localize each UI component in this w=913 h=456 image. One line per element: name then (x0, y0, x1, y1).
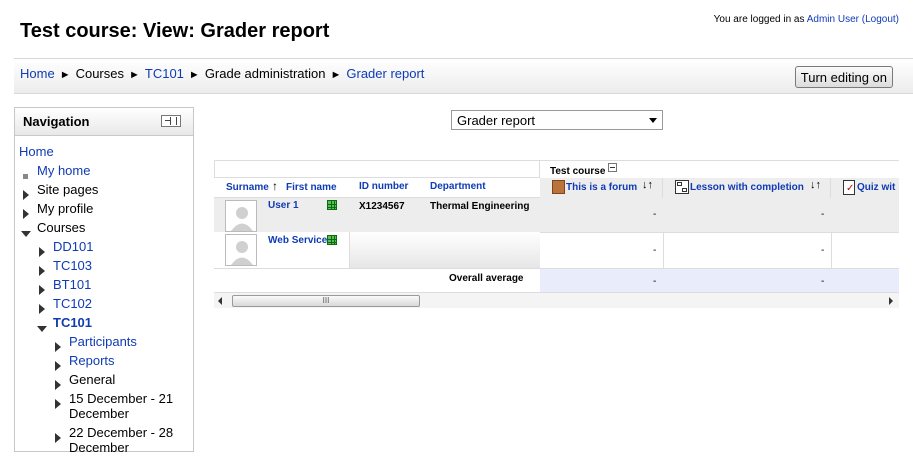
grader-table: Test course Surname ↑ First name ID numb… (214, 160, 899, 308)
sort-firstname-link[interactable]: First name (286, 182, 337, 193)
activity-link-forum[interactable]: This is a forum (566, 182, 637, 193)
nav-item-week-2-line2[interactable]: December (69, 440, 129, 456)
nav-item-week-1-line2[interactable]: December (69, 406, 129, 422)
nav-item-participants[interactable]: Participants (69, 334, 137, 350)
user-id-number: X1234567 (359, 201, 405, 212)
grade-row (540, 198, 899, 232)
dock-block-icon[interactable] (161, 115, 181, 127)
user-profile-link[interactable]: Admin User (807, 14, 859, 25)
sort-surname-link[interactable]: Surname (226, 182, 269, 193)
grade-history-icon[interactable] (327, 200, 337, 210)
navbar: Home ► Courses ► TC101 ► Grade administration ►… (14, 58, 913, 94)
expand-arrow-icon[interactable] (23, 186, 29, 202)
collapse-icon[interactable] (608, 163, 617, 172)
activity-link-quiz[interactable]: Quiz wit (857, 182, 895, 193)
collapse-arrow-icon[interactable] (37, 320, 47, 336)
breadcrumb-separator: ► (59, 69, 71, 81)
scroll-left-icon[interactable] (218, 297, 222, 305)
expand-arrow-icon[interactable] (39, 243, 45, 259)
forum-icon (552, 180, 565, 194)
nav-item-reports[interactable]: Reports (69, 353, 115, 369)
nav-item-my-home[interactable]: My home (37, 163, 90, 179)
dropdown-arrow-icon (649, 118, 657, 123)
expand-arrow-icon[interactable] (55, 395, 61, 411)
expand-arrow-icon[interactable] (39, 262, 45, 278)
expand-arrow-icon[interactable] (39, 300, 45, 316)
sort-toggle-icon[interactable]: ↓↑ (810, 179, 821, 191)
breadcrumb-grader-report[interactable]: Grader report (346, 66, 424, 81)
sort-up-arrow-icon: ↑ (272, 179, 278, 193)
page-title: Test course: View: Grader report (20, 20, 330, 42)
grade-history-icon[interactable] (327, 235, 337, 245)
nav-item-my-profile[interactable]: My profile (37, 201, 93, 217)
quiz-icon: ✓ (843, 180, 855, 195)
grade-cell[interactable]: - (653, 245, 656, 256)
nav-item-home[interactable]: Home (19, 144, 54, 160)
lesson-icon (675, 180, 689, 194)
grade-cell[interactable]: - (821, 209, 824, 220)
user-name-link[interactable]: User 1 (268, 200, 299, 211)
breadcrumb-separator: ► (330, 69, 342, 81)
navigation-title: Navigation (23, 114, 90, 129)
grade-cell[interactable]: - (653, 209, 656, 220)
login-prefix: You are logged in as (713, 14, 805, 25)
nav-item-tc103[interactable]: TC103 (53, 258, 92, 274)
breadcrumb-grade-admin: Grade administration (204, 66, 326, 81)
nav-item-week-2[interactable]: 22 December - 28 (69, 425, 173, 441)
activity-link-lesson[interactable]: Lesson with completion (690, 182, 804, 193)
average-grade-cell: - (653, 276, 657, 287)
expand-arrow-icon[interactable] (55, 429, 61, 445)
expand-arrow-icon[interactable] (23, 205, 29, 221)
course-label: Test course (550, 166, 606, 177)
nav-item-week-1[interactable]: 15 December - 21 (69, 391, 173, 407)
nav-item-bt101[interactable]: BT101 (53, 277, 91, 293)
scroll-right-icon[interactable] (889, 297, 893, 305)
overall-average-label: Overall average (449, 273, 524, 284)
nav-item-tc101[interactable]: TC101 (53, 315, 92, 331)
report-type-value: Grader report (457, 113, 536, 128)
bullet-icon (23, 168, 28, 184)
nav-item-courses[interactable]: Courses (37, 220, 85, 236)
breadcrumb-separator: ► (129, 69, 140, 81)
breadcrumb-courses: Courses (75, 66, 124, 81)
nav-item-tc102[interactable]: TC102 (53, 296, 92, 312)
breadcrumb: Home ► Courses ► TC101 ► Grade administration ►… (20, 66, 424, 81)
expand-arrow-icon[interactable] (55, 338, 61, 354)
turn-editing-on-button[interactable]: Turn editing on (794, 66, 893, 88)
user-department: Thermal Engineering (430, 201, 530, 212)
avatar (225, 234, 257, 266)
horizontal-scrollbar[interactable]: III (214, 292, 899, 308)
nav-item-site-pages[interactable]: Site pages (37, 182, 98, 198)
nav-item-dd101[interactable]: DD101 (53, 239, 93, 255)
sort-idnumber-link[interactable]: ID number (359, 181, 408, 192)
report-type-select[interactable]: Grader report (451, 110, 663, 130)
grade-cell[interactable]: - (821, 245, 824, 256)
expand-arrow-icon[interactable] (39, 281, 45, 297)
header-spacer (214, 160, 540, 178)
sort-department-link[interactable]: Department (430, 181, 486, 192)
breadcrumb-course[interactable]: TC101 (145, 66, 184, 81)
table-row-details (349, 232, 540, 268)
collapse-arrow-icon[interactable] (21, 225, 31, 241)
breadcrumb-separator: ► (188, 69, 200, 81)
navigation-block: Navigation Home My home Site pages My pr… (14, 107, 194, 455)
avatar (225, 200, 257, 232)
login-info: You are logged in as Admin User (Logout) (714, 14, 899, 25)
grade-row (540, 232, 899, 269)
expand-arrow-icon[interactable] (55, 357, 61, 373)
scrollbar-thumb[interactable]: III (232, 295, 420, 307)
logout-link[interactable]: (Logout) (862, 14, 899, 25)
navigation-header: Navigation (15, 108, 193, 136)
average-grade-row (540, 268, 899, 292)
sort-toggle-icon[interactable]: ↓↑ (642, 179, 653, 191)
average-grade-cell: - (821, 276, 825, 287)
user-name-link[interactable]: Web Service (268, 235, 328, 246)
expand-arrow-icon[interactable] (55, 376, 61, 392)
breadcrumb-home[interactable]: Home (20, 66, 55, 81)
nav-item-general[interactable]: General (69, 372, 115, 388)
